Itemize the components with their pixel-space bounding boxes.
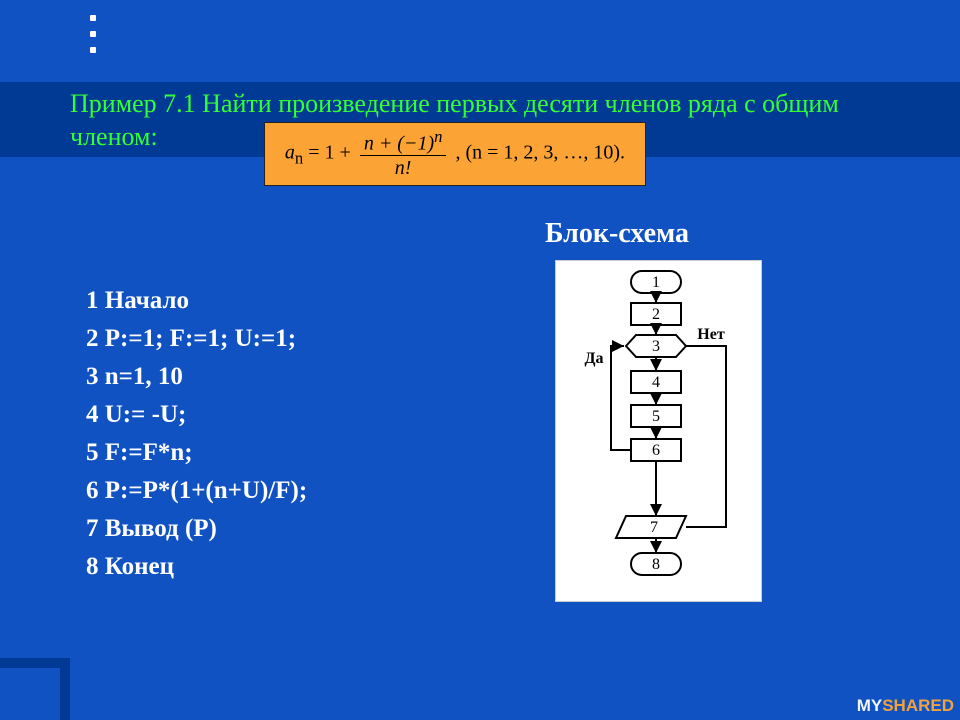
step-3: 3 n=1, 10 [86,358,307,396]
step-8: 8 Конец [86,548,307,586]
diagram-title: Блок-схема [545,218,689,250]
step-4: 4 U:= -U; [86,396,307,434]
decor-dots [90,5,96,63]
flow-node-1: 1 [652,274,660,291]
flow-node-5: 5 [652,408,660,425]
flow-node-7: 7 [650,519,658,536]
step-7: 7 Вывод (P) [86,510,307,548]
flow-label-no: Нет [697,326,725,343]
step-1: 1 Начало [86,282,307,320]
flow-node-6: 6 [652,442,660,459]
flowchart: 1 2 3 4 5 6 7 8 Да Нет [555,260,762,602]
flow-node-8: 8 [652,556,660,573]
step-5: 5 F:=F*n; [86,434,307,472]
step-6: 6 P:=P*(1+(n+U)/F); [86,472,307,510]
step-2: 2 P:=1; F:=1; U:=1; [86,320,307,358]
flow-node-2: 2 [652,306,660,323]
flow-label-yes: Да [584,350,603,367]
algorithm-steps: 1 Начало 2 P:=1; F:=1; U:=1; 3 n=1, 10 4… [86,282,307,586]
formula-box: an = 1 + n + (−1)n n! , (n = 1, 2, 3, …,… [264,122,646,186]
flow-node-4: 4 [652,374,660,391]
decor-bar-v [60,658,70,720]
decor-bar-h [0,658,60,668]
watermark: MYSHARED [857,696,954,716]
flow-node-3: 3 [652,338,660,355]
